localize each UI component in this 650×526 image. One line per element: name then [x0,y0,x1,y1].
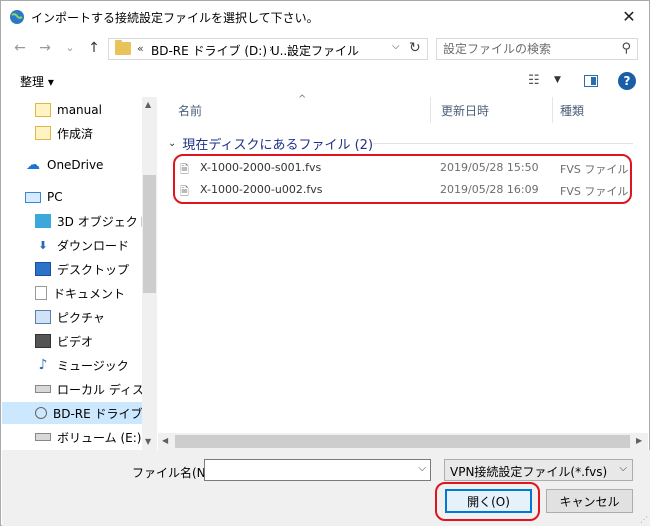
folder-icon [35,103,51,117]
sidebar-scrollbar[interactable]: ▲ ▼ [142,97,157,450]
chevron-down-icon[interactable]: ⌵ [418,463,426,474]
sidebar-item-label: manual [57,103,102,117]
file-open-dialog: インポートする接続設定ファイルを選択して下さい。 ✕ ← → ⌄ ↑ « BD-… [0,0,650,526]
dialog-footer: ファイル名(N): ⌵ VPN接続設定ファイル(*.fvs) ⌵ 開く(O) キ… [2,450,650,526]
open-button-highlight-annotation [435,482,540,521]
sidebar-item-pictures[interactable]: ピクチャ [2,306,142,328]
column-header-date[interactable]: 更新日時 [441,97,489,123]
up-arrow-icon[interactable]: ↑ [85,39,103,57]
sidebar-item-bd-re-drive[interactable]: BD-RE ドライブ (D [2,402,142,424]
command-bar: 整理 ▾ ☷ ▼ ? [1,66,649,96]
chevron-down-icon[interactable]: ⌄ [168,138,176,149]
column-divider[interactable] [430,97,431,123]
sidebar-item-documents[interactable]: ドキュメント [2,282,142,304]
file-highlight-annotation [173,154,632,204]
search-box[interactable]: ⚲ [436,38,638,60]
sidebar-item-music[interactable]: ♪ ミュージック [2,354,142,376]
sidebar-item-label: ローカル ディスク (C [57,382,142,397]
chevron-down-icon[interactable]: ▼ [554,75,561,85]
folder-icon [115,40,131,55]
sidebar-item-desktop[interactable]: デスクトップ [2,258,142,280]
cloud-icon: ☁ [26,157,40,173]
back-arrow-icon[interactable]: ← [11,39,29,57]
scroll-up-icon[interactable]: ▲ [145,100,151,109]
sidebar-item-label: 3D オブジェクト [57,214,142,229]
help-icon[interactable]: ? [618,72,636,90]
group-header[interactable]: ⌄ 現在ディスクにあるファイル (2) [168,134,373,153]
scrollbar-thumb[interactable] [175,435,630,448]
sidebar-item-label: ボリューム (E:) [57,430,142,445]
sidebar-item-label: ドキュメント [53,286,126,301]
pc-icon [25,191,41,203]
globe-icon [10,10,24,24]
scroll-right-icon[interactable]: ▶ [636,436,642,445]
overflow-chevron-icon[interactable]: « [137,42,144,55]
scroll-left-icon[interactable]: ◀ [162,436,168,445]
preview-pane-icon[interactable] [584,75,598,87]
video-icon [35,334,51,348]
sidebar-item-label: ダウンロード [57,238,130,253]
sidebar-item-downloads[interactable]: ⬇ ダウンロード [2,234,142,256]
music-icon: ♪ [38,357,48,373]
drive-icon [35,385,51,393]
scroll-down-icon[interactable]: ▼ [145,437,151,446]
sidebar-item-3d-objects[interactable]: 3D オブジェクト [2,210,142,232]
group-label: 現在ディスクにあるファイル (2) [182,138,374,153]
group-divider [373,143,633,144]
sidebar-item-videos[interactable]: ビデオ [2,330,142,352]
download-icon: ⬇ [38,238,48,252]
search-input[interactable] [443,41,613,57]
close-button[interactable]: ✕ [617,5,641,27]
sort-ascending-icon: ^ [298,94,307,105]
sidebar-item-label: BD-RE ドライブ (D [53,406,142,421]
filename-label: ファイル名(N): [132,466,215,480]
sidebar-item-pc[interactable]: PC [2,186,142,208]
resize-grip-icon[interactable]: ⋰ [640,515,648,524]
sidebar-item-label: 作成済 [57,126,94,141]
column-divider[interactable] [552,97,553,123]
sidebar-item-volume-e[interactable]: ボリューム (E:) [2,426,142,448]
cancel-button[interactable]: キャンセル [546,489,633,513]
chevron-down-icon[interactable]: ⌵ [619,463,627,474]
3d-objects-icon [35,214,51,228]
dialog-title: インポートする接続設定ファイルを選択して下さい。 [31,11,319,25]
sidebar-item-label: PC [47,190,63,204]
organize-button[interactable]: 整理 ▾ [20,73,54,90]
picture-icon [35,310,51,324]
title-bar: インポートする接続設定ファイルを選択して下さい。 ✕ [1,1,649,32]
breadcrumb-folder[interactable]: 設定ファイル [287,42,359,59]
drive-icon [35,433,51,441]
refresh-icon[interactable]: ↻ [409,40,421,56]
column-header-name[interactable]: 名前 [178,97,202,123]
sidebar-item-label: ビデオ [57,334,94,349]
sidebar-item-created[interactable]: 作成済 [2,122,142,144]
column-header-type[interactable]: 種類 [560,97,584,123]
filename-input[interactable]: ⌵ [204,459,431,481]
horizontal-scrollbar[interactable]: ◀ ▶ [158,433,648,450]
sidebar-item-local-disk[interactable]: ローカル ディスク (C [2,378,142,400]
sidebar-item-onedrive[interactable]: ☁ OneDrive [2,154,142,176]
sidebar-item-manual[interactable]: manual [2,99,142,121]
sidebar-item-label: OneDrive [47,158,104,172]
breadcrumb-separator-icon[interactable]: › [269,42,273,55]
sidebar-item-label: デスクトップ [57,262,130,277]
folder-icon [35,126,51,140]
navigation-bar: ← → ⌄ ↑ « BD-RE ドライブ (D:) U... › 設定ファイル … [1,32,649,64]
scrollbar-thumb[interactable] [143,175,156,293]
navigation-pane: manual 作成済 ☁ OneDrive PC 3D オブジェクト ⬇ ダウン… [2,97,157,450]
search-icon[interactable]: ⚲ [621,41,631,56]
sidebar-item-label: ピクチャ [57,310,105,325]
address-bar[interactable]: « BD-RE ドライブ (D:) U... › 設定ファイル ⌵ ↻ [108,38,428,60]
view-options-icon[interactable]: ☷ [528,73,540,88]
recent-locations-icon[interactable]: ⌄ [61,38,79,56]
disc-drive-icon [35,407,47,419]
sidebar-item-label: ミュージック [57,358,129,373]
forward-arrow-icon[interactable]: → [36,39,54,57]
desktop-icon [35,262,51,276]
file-type-select[interactable]: VPN接続設定ファイル(*.fvs) ⌵ [444,459,633,481]
file-type-value: VPN接続設定ファイル(*.fvs) [450,465,608,479]
file-list: ^ 名前 更新日時 種類 ⌄ 現在ディスクにあるファイル (2) 🗎 X-100… [158,94,648,450]
document-icon [35,286,47,300]
chevron-down-icon[interactable]: ⌵ [392,41,400,52]
